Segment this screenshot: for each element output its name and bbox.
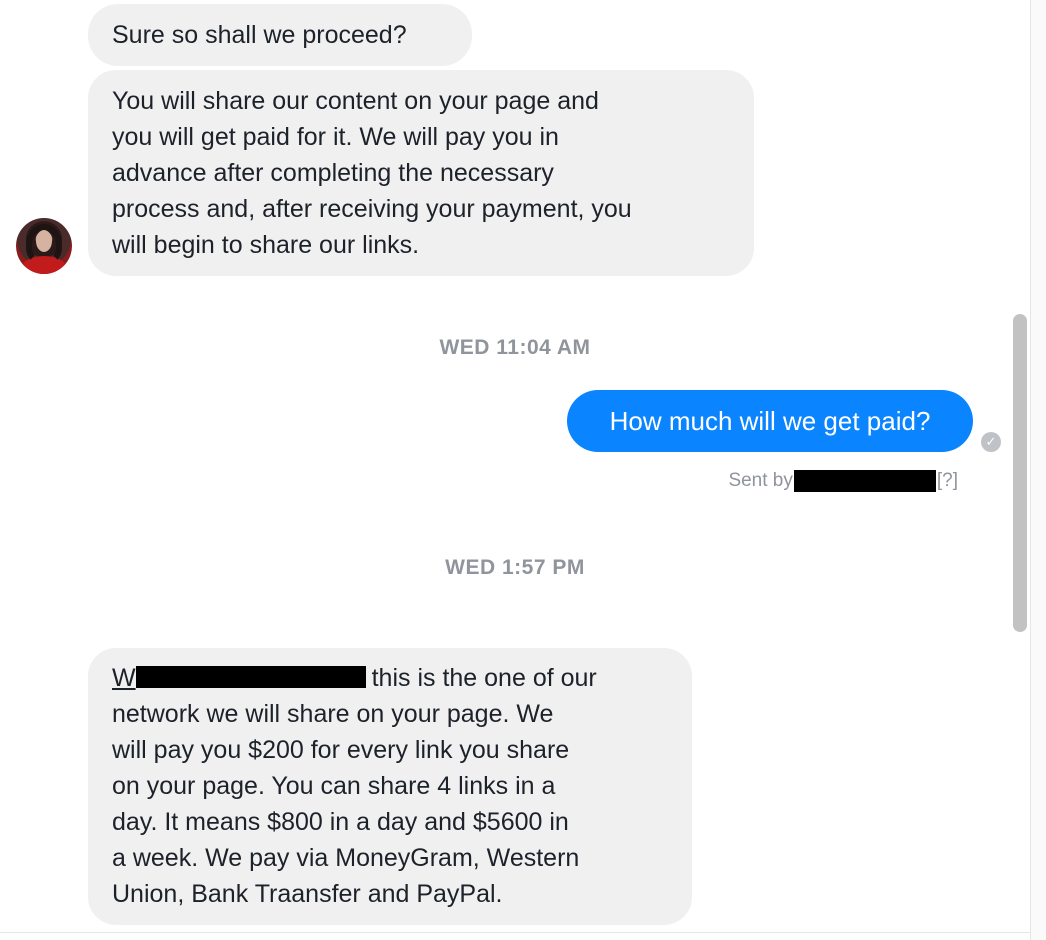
message-timestamp: WED 1:57 PM	[445, 556, 585, 579]
message-text: network we will share on your page. We	[112, 700, 554, 728]
message-text: day. It means $800 in a day and $5600 in	[112, 808, 569, 836]
outgoing-message-bubble: How much will we get paid?	[567, 390, 973, 452]
scrollbar-thumb[interactable]	[1013, 314, 1027, 632]
message-text: Sure so shall we proceed?	[112, 21, 407, 49]
message-text: will pay you $200 for every link you sha…	[112, 736, 570, 764]
incoming-message-bubble: You will share our content on your page …	[88, 70, 754, 276]
check-circle-icon: ✓	[981, 432, 1001, 452]
divider	[0, 932, 1030, 933]
sent-by-label: Sent by [?]	[728, 470, 958, 492]
incoming-message-bubble: Wthis is the one of our network we will …	[88, 648, 692, 925]
message-text: You will share our content on your page …	[112, 87, 599, 115]
sent-by-prefix: Sent by	[728, 470, 793, 492]
message-text: on your page. You can share 4 links in a	[112, 772, 556, 800]
incoming-message-bubble: Sure so shall we proceed?	[88, 4, 472, 66]
conversation-thread: Sure so shall we proceed? You will share…	[0, 0, 1030, 940]
sent-by-help-link[interactable]: [?]	[937, 470, 958, 491]
contact-avatar[interactable]	[16, 218, 72, 274]
message-text: process and, after receiving your paymen…	[112, 195, 632, 223]
message-text: this is the one of our	[371, 664, 597, 692]
redacted-name	[793, 470, 936, 492]
message-text: advance after completing the necessary	[112, 159, 554, 187]
message-text: you will get paid for it. We will pay yo…	[112, 123, 559, 151]
message-text: How much will we get paid?	[609, 406, 931, 436]
message-link[interactable]: W	[112, 664, 136, 692]
message-text: Union, Bank Traansfer and PayPal.	[112, 880, 503, 908]
message-first-line: Wthis is the one of our	[112, 660, 668, 696]
message-timestamp: WED 11:04 AM	[439, 336, 591, 359]
scrollbar-track[interactable]	[1030, 0, 1046, 940]
avatar-graphic	[36, 230, 52, 252]
message-text: will begin to share our links.	[112, 231, 420, 259]
message-text: a week. We pay via MoneyGram, Western	[112, 844, 580, 872]
redacted-link	[135, 666, 366, 688]
